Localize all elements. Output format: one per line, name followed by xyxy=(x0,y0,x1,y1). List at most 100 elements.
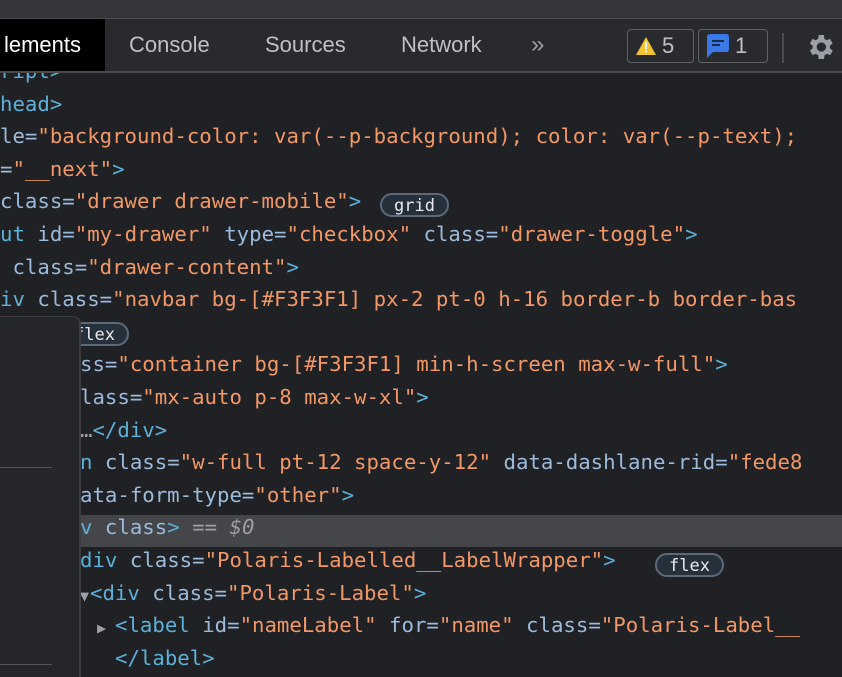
attribute-name: class xyxy=(104,515,168,540)
overlay-side-panel xyxy=(0,316,81,677)
tag-text: ut xyxy=(0,222,38,246)
tag-text: > xyxy=(416,385,429,409)
dom-node-line[interactable]: div class="Polaris-Labelled__LabelWrappe… xyxy=(80,544,616,576)
attribute-name: lass= xyxy=(80,385,143,409)
console-ref: $0 xyxy=(229,515,255,540)
expand-arrow-closed-icon[interactable]: ▶ xyxy=(97,619,106,637)
tag-text: > xyxy=(685,222,698,246)
tab-console[interactable]: Console xyxy=(129,19,210,71)
attribute-name: class= xyxy=(104,450,180,475)
devtools-tab-bar: lements Console Sources Network » 5 1 xyxy=(0,19,842,73)
expand-arrow-open-icon[interactable]: ▼ xyxy=(80,587,89,605)
attribute-name: class= xyxy=(423,222,499,246)
attribute-value: "Polaris-Label" xyxy=(227,580,414,605)
attribute-name: class= xyxy=(0,189,75,214)
attribute-value: "__next" xyxy=(12,156,113,181)
tag-text: > xyxy=(715,352,728,377)
tag-text: </label> xyxy=(115,645,215,670)
attribute-name: id= xyxy=(37,222,75,246)
attribute-value: "drawer-content" xyxy=(87,254,287,279)
attribute-value: "Polaris-Label__ xyxy=(600,613,801,638)
tab-elements[interactable]: lements xyxy=(0,19,105,71)
dom-node-line[interactable]: ="__next"> xyxy=(0,153,125,185)
attribute-value: "background-color: var(--p-background); … xyxy=(37,124,798,149)
tag-text: > xyxy=(348,189,362,214)
dom-node-line[interactable]: lass="mx-auto p-8 max-w-xl"> xyxy=(80,381,429,413)
dom-node-line[interactable]: </label> xyxy=(115,642,215,670)
dom-node-line[interactable]: iv class="navbar bg-[#F3F3F1] px-2 pt-0 … xyxy=(0,283,797,315)
attribute-value: "name" xyxy=(438,613,527,638)
tag-text: <div xyxy=(90,580,153,605)
tag-text: > xyxy=(167,515,180,540)
attribute-value: "my-drawer" xyxy=(74,222,225,246)
dom-node-line[interactable]: class="drawer drawer-mobile"> xyxy=(0,185,361,217)
attribute-value: "drawer drawer-mobile" xyxy=(74,189,349,214)
tag-text: n xyxy=(80,450,105,475)
attribute-name: class= xyxy=(152,580,228,605)
plain-text: … xyxy=(80,417,93,442)
attribute-value: "Polaris-Labelled__LabelWrapper" xyxy=(204,548,604,572)
tab-sources[interactable]: Sources xyxy=(265,19,346,71)
attribute-name: class= xyxy=(37,287,113,312)
attribute-value: "w-full pt-12 space-y-12" xyxy=(179,450,504,475)
attribute-name: class= xyxy=(526,613,601,638)
dom-node-line[interactable]: le="background-color: var(--p-background… xyxy=(0,120,797,152)
attribute-name: class= xyxy=(0,254,88,279)
attribute-name: = xyxy=(0,156,13,181)
tag-text: > xyxy=(112,156,125,181)
tag-text: div xyxy=(80,548,130,572)
dom-node-line[interactable]: head> xyxy=(0,88,62,120)
attribute-name: ata-form-type= xyxy=(80,482,255,507)
plain-text: == xyxy=(179,515,230,540)
tag-text: <label xyxy=(115,613,203,638)
attribute-value: "container bg-[#F3F3F1] min-h-screen max… xyxy=(117,352,716,377)
warning-icon xyxy=(636,37,656,55)
attribute-name: for= xyxy=(389,613,439,638)
dom-node-line[interactable]: ript> xyxy=(0,73,62,87)
attribute-name: ss= xyxy=(80,352,118,377)
dom-node-line[interactable]: class="drawer-content"> xyxy=(0,251,299,283)
window-top-strip xyxy=(0,0,842,19)
divider xyxy=(0,467,52,468)
dom-node-line[interactable]: v class> == $0 xyxy=(80,511,254,543)
attribute-value: "mx-auto p-8 max-w-xl" xyxy=(142,385,417,409)
tag-text: ript> xyxy=(0,73,62,83)
tag-text: > xyxy=(603,548,616,572)
attribute-value: "nameLabel" xyxy=(239,613,390,638)
attribute-name: le= xyxy=(0,124,38,149)
attribute-value: "checkbox" xyxy=(286,222,424,246)
more-tabs-button[interactable]: » xyxy=(531,19,544,71)
tag-text: head> xyxy=(0,91,63,116)
warnings-badge[interactable]: 5 xyxy=(627,29,694,63)
flex-badge[interactable]: flex xyxy=(655,553,724,577)
tag-text: > xyxy=(341,482,355,507)
tag-text: > xyxy=(413,580,427,605)
message-icon xyxy=(707,34,729,58)
dom-node-line[interactable]: <div class="Polaris-Label"> xyxy=(90,577,426,609)
grid-badge[interactable]: grid xyxy=(380,193,449,217)
toolbar-divider xyxy=(782,33,784,63)
attribute-name: data-dashlane-rid= xyxy=(503,450,728,475)
divider xyxy=(0,664,52,665)
tag-text: > xyxy=(286,254,299,279)
dom-node-line[interactable]: ata-form-type="other"> xyxy=(80,479,354,511)
dom-node-line[interactable]: ss="container bg-[#F3F3F1] min-h-screen … xyxy=(80,348,728,380)
messages-badge[interactable]: 1 xyxy=(698,29,768,63)
warnings-count: 5 xyxy=(662,33,675,58)
dom-tree[interactable]: ript> head> le="background-color: var(--p-… xyxy=(0,73,842,670)
dom-node-line[interactable]: …</div> xyxy=(80,414,167,446)
tag-text: iv xyxy=(0,287,38,312)
attribute-name: type= xyxy=(224,222,287,246)
settings-gear-icon[interactable] xyxy=(804,31,836,63)
attribute-value: "drawer-toggle" xyxy=(498,222,686,246)
tab-network[interactable]: Network xyxy=(401,19,482,71)
messages-count: 1 xyxy=(735,33,748,58)
tag-text: v xyxy=(80,515,105,540)
dom-node-line[interactable]: ut id="my-drawer" type="checkbox" class=… xyxy=(0,218,698,250)
dom-node-line[interactable]: <label id="nameLabel" for="name" class="… xyxy=(115,609,800,641)
attribute-value: "fede8 xyxy=(727,450,803,475)
tag-text: </div> xyxy=(92,417,168,442)
dom-node-line[interactable]: n class="w-full pt-12 space-y-12" data-d… xyxy=(80,446,802,478)
attribute-name: id= xyxy=(202,613,240,638)
attribute-name: class= xyxy=(129,548,205,572)
